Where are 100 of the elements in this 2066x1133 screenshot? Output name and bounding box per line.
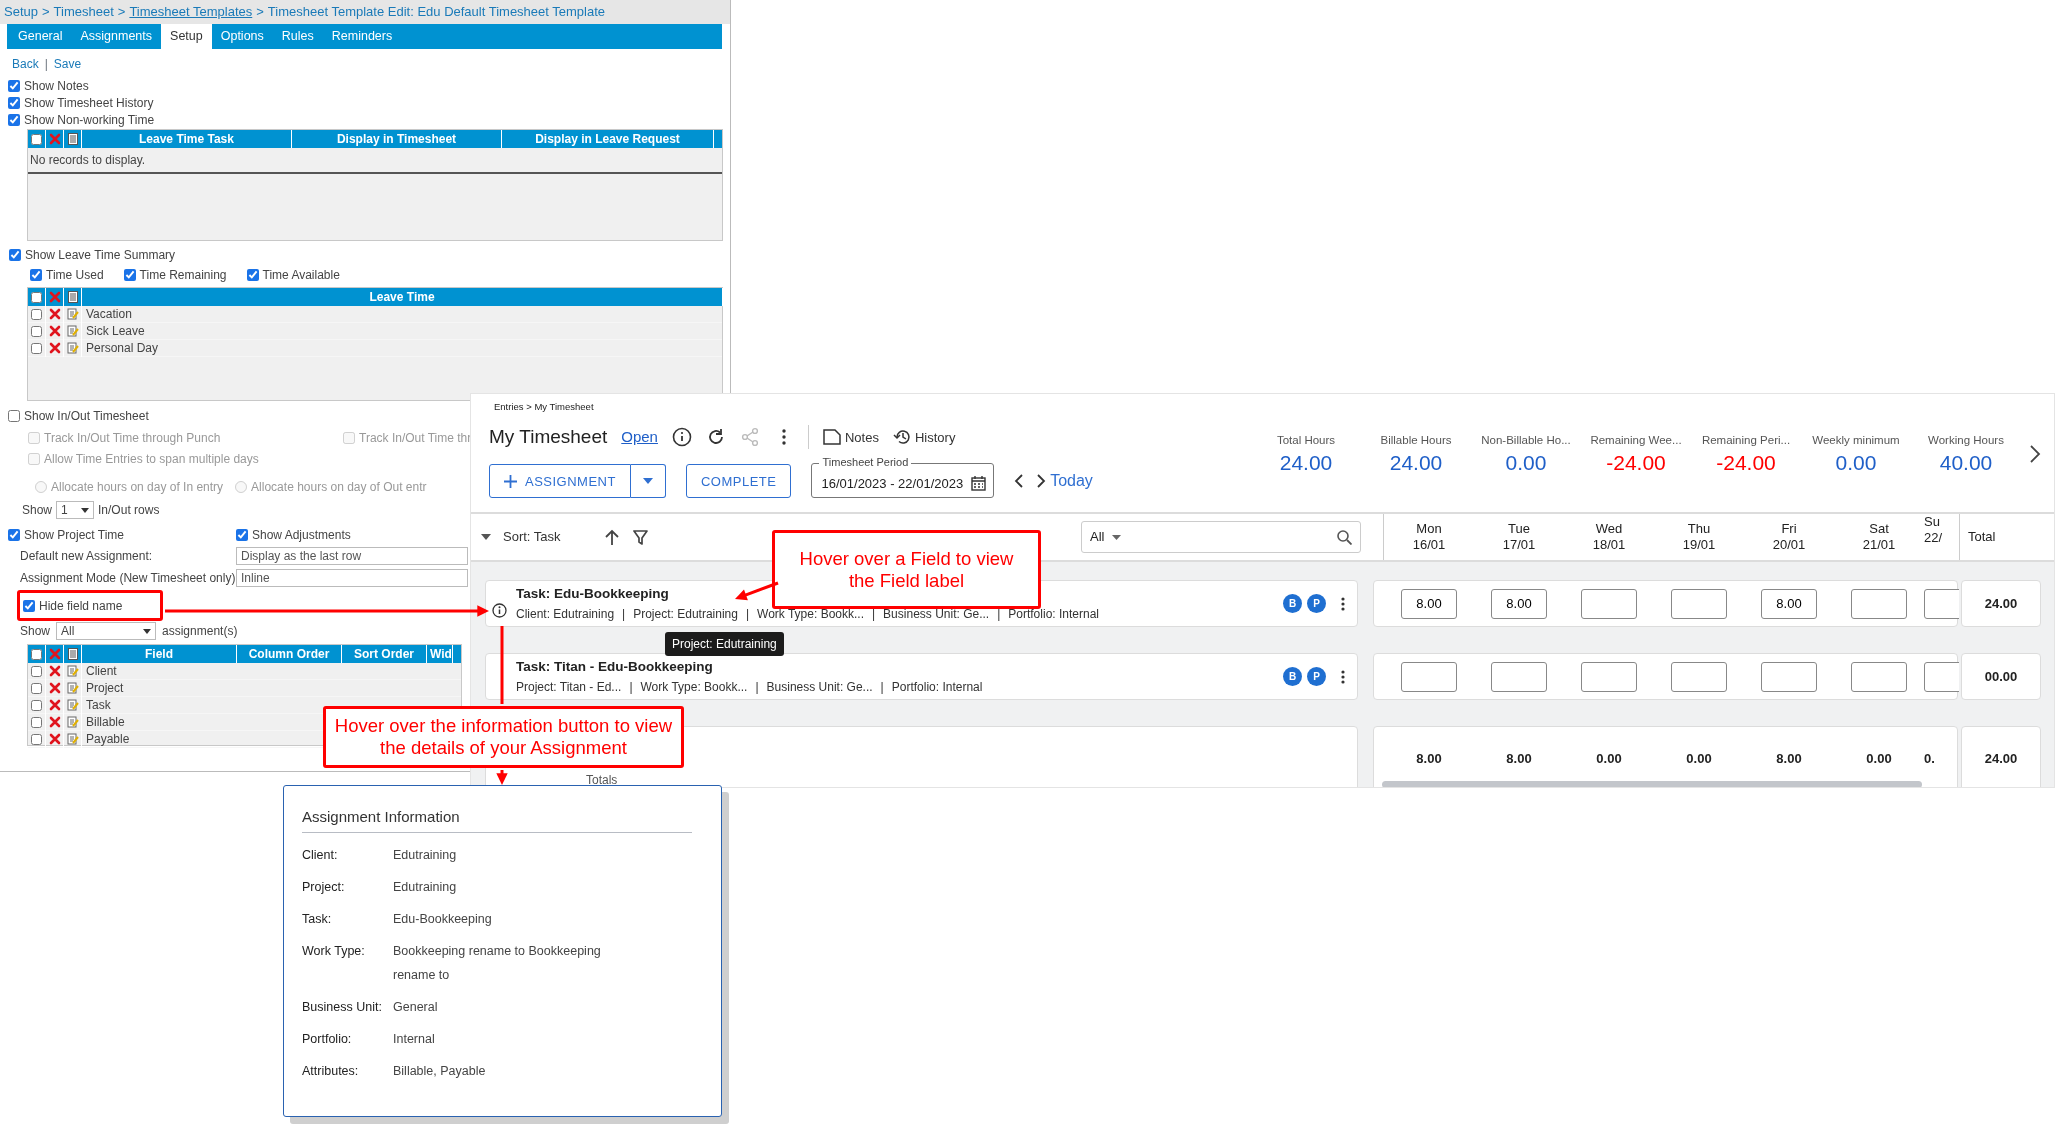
more-icon[interactable] [1341,596,1345,611]
rows-select[interactable]: 1 [56,501,95,519]
column-header[interactable]: Wid [427,645,453,663]
back-link[interactable]: Back [12,55,39,73]
field-text[interactable]: Client: Edutraining [516,604,615,623]
checkbox[interactable] [8,96,20,109]
hours-field[interactable] [1491,661,1547,692]
column-header[interactable]: Leave Time [82,288,723,306]
delete-icon[interactable] [48,682,61,694]
filter-field[interactable]: All [1081,521,1361,553]
more-icon[interactable] [1341,669,1345,684]
row-checkbox[interactable] [31,716,42,728]
field-text[interactable]: Business Unit: Ge... [766,677,873,696]
row-checkbox[interactable] [31,308,42,320]
edit-icon[interactable] [66,325,79,337]
column-header[interactable]: Sort Order [342,645,427,663]
next-icon[interactable] [2029,444,2041,464]
edit-icon[interactable] [66,699,79,711]
select-all-checkbox[interactable] [31,291,42,303]
notes-button[interactable]: Notes [822,427,879,447]
delete-icon[interactable] [48,733,61,745]
tab[interactable]: Rules [272,24,323,49]
hours-field[interactable] [1761,661,1817,692]
list-icon[interactable] [67,648,78,660]
edit-icon[interactable] [66,716,79,728]
checkbox[interactable] [8,113,20,126]
default-assignment-select[interactable]: Display as the last row [236,547,468,565]
edit-icon[interactable] [66,665,79,677]
row-checkbox[interactable] [31,682,42,694]
info-icon[interactable] [492,603,507,618]
delete-icon[interactable] [48,325,61,337]
select-all-checkbox[interactable] [31,133,42,145]
edit-icon[interactable] [66,342,79,354]
checkbox[interactable] [236,528,248,541]
tab[interactable]: Setup [161,24,212,49]
column-header[interactable]: Leave Time Task [82,130,292,148]
hours-field[interactable] [1671,661,1727,692]
delete-icon[interactable] [48,699,61,711]
complete-button[interactable]: COMPLETE [685,464,792,499]
edit-icon[interactable] [66,682,79,694]
add-assignment-button[interactable]: ASSIGNMENT [489,464,631,499]
history-button[interactable]: History [892,427,956,447]
mode-select[interactable]: Inline [236,569,468,587]
row-checkbox[interactable] [31,342,42,354]
field-text[interactable]: Portfolio: Internal [891,677,983,696]
filter-icon[interactable] [632,529,648,545]
row-checkbox[interactable] [31,733,42,745]
column-header[interactable]: Field [82,645,237,663]
next-icon[interactable] [1037,474,1047,489]
previous-icon[interactable] [1014,474,1024,489]
field-text[interactable]: Work Type: Bookk... [640,677,748,696]
delete-icon[interactable] [48,665,61,677]
checkbox[interactable] [9,248,21,261]
tab[interactable]: Options [211,24,273,49]
checkbox[interactable] [8,409,20,422]
tab[interactable]: General [9,24,72,49]
hours-field[interactable] [1851,588,1907,619]
hours-field[interactable] [1851,661,1907,692]
edit-icon[interactable] [66,308,79,320]
tab[interactable]: Assignments [71,24,162,49]
column-header[interactable]: Column Order [237,645,342,663]
select-all-checkbox[interactable] [31,648,42,660]
tab[interactable]: Reminders [322,24,402,49]
field-text[interactable]: Project: Titan - Ed... [516,677,622,696]
checkbox[interactable] [123,268,136,281]
today-link[interactable]: Today [1050,469,1093,494]
breadcrumb-link[interactable]: Timesheet Templates [129,0,253,24]
column-header[interactable]: Display in Leave Request [502,130,714,148]
list-icon[interactable] [67,291,78,303]
hours-field[interactable] [1581,661,1637,692]
info-icon[interactable] [671,427,692,448]
checkbox[interactable] [8,528,20,541]
checkbox[interactable] [246,268,259,281]
sort-ascending-icon[interactable] [604,529,619,545]
row-checkbox[interactable] [31,665,42,677]
breadcrumb-item[interactable]: Timesheet Template Edit: Edu Default Timesheet Template [267,0,606,24]
sort-button[interactable]: Sort: Task [481,527,561,547]
checkbox[interactable] [23,599,35,612]
dropdown-button[interactable] [630,464,666,499]
delete-icon[interactable] [48,716,61,728]
save-link[interactable]: Save [53,55,82,73]
row-checkbox[interactable] [31,699,42,711]
hours-field[interactable] [1401,661,1457,692]
hours-field[interactable]: 8.00 [1491,588,1547,619]
checkbox[interactable] [8,79,20,92]
delete-icon[interactable] [48,342,61,354]
field-text[interactable]: Project: Edutraining [633,604,738,623]
checkbox[interactable] [30,268,42,281]
status-link[interactable]: Open [621,426,658,449]
edit-icon[interactable] [66,733,79,745]
hours-field[interactable]: 8.00 [1401,588,1457,619]
hours-field[interactable] [1671,588,1727,619]
assignments-select[interactable]: All [56,622,157,640]
breadcrumb-item[interactable]: Setup [4,0,38,24]
column-header[interactable]: Display in Timesheet [292,130,502,148]
hours-field[interactable] [1581,588,1637,619]
row-checkbox[interactable] [31,325,42,337]
delete-icon[interactable] [48,308,61,320]
list-icon[interactable] [67,133,78,145]
hours-field[interactable]: 8.00 [1761,588,1817,619]
